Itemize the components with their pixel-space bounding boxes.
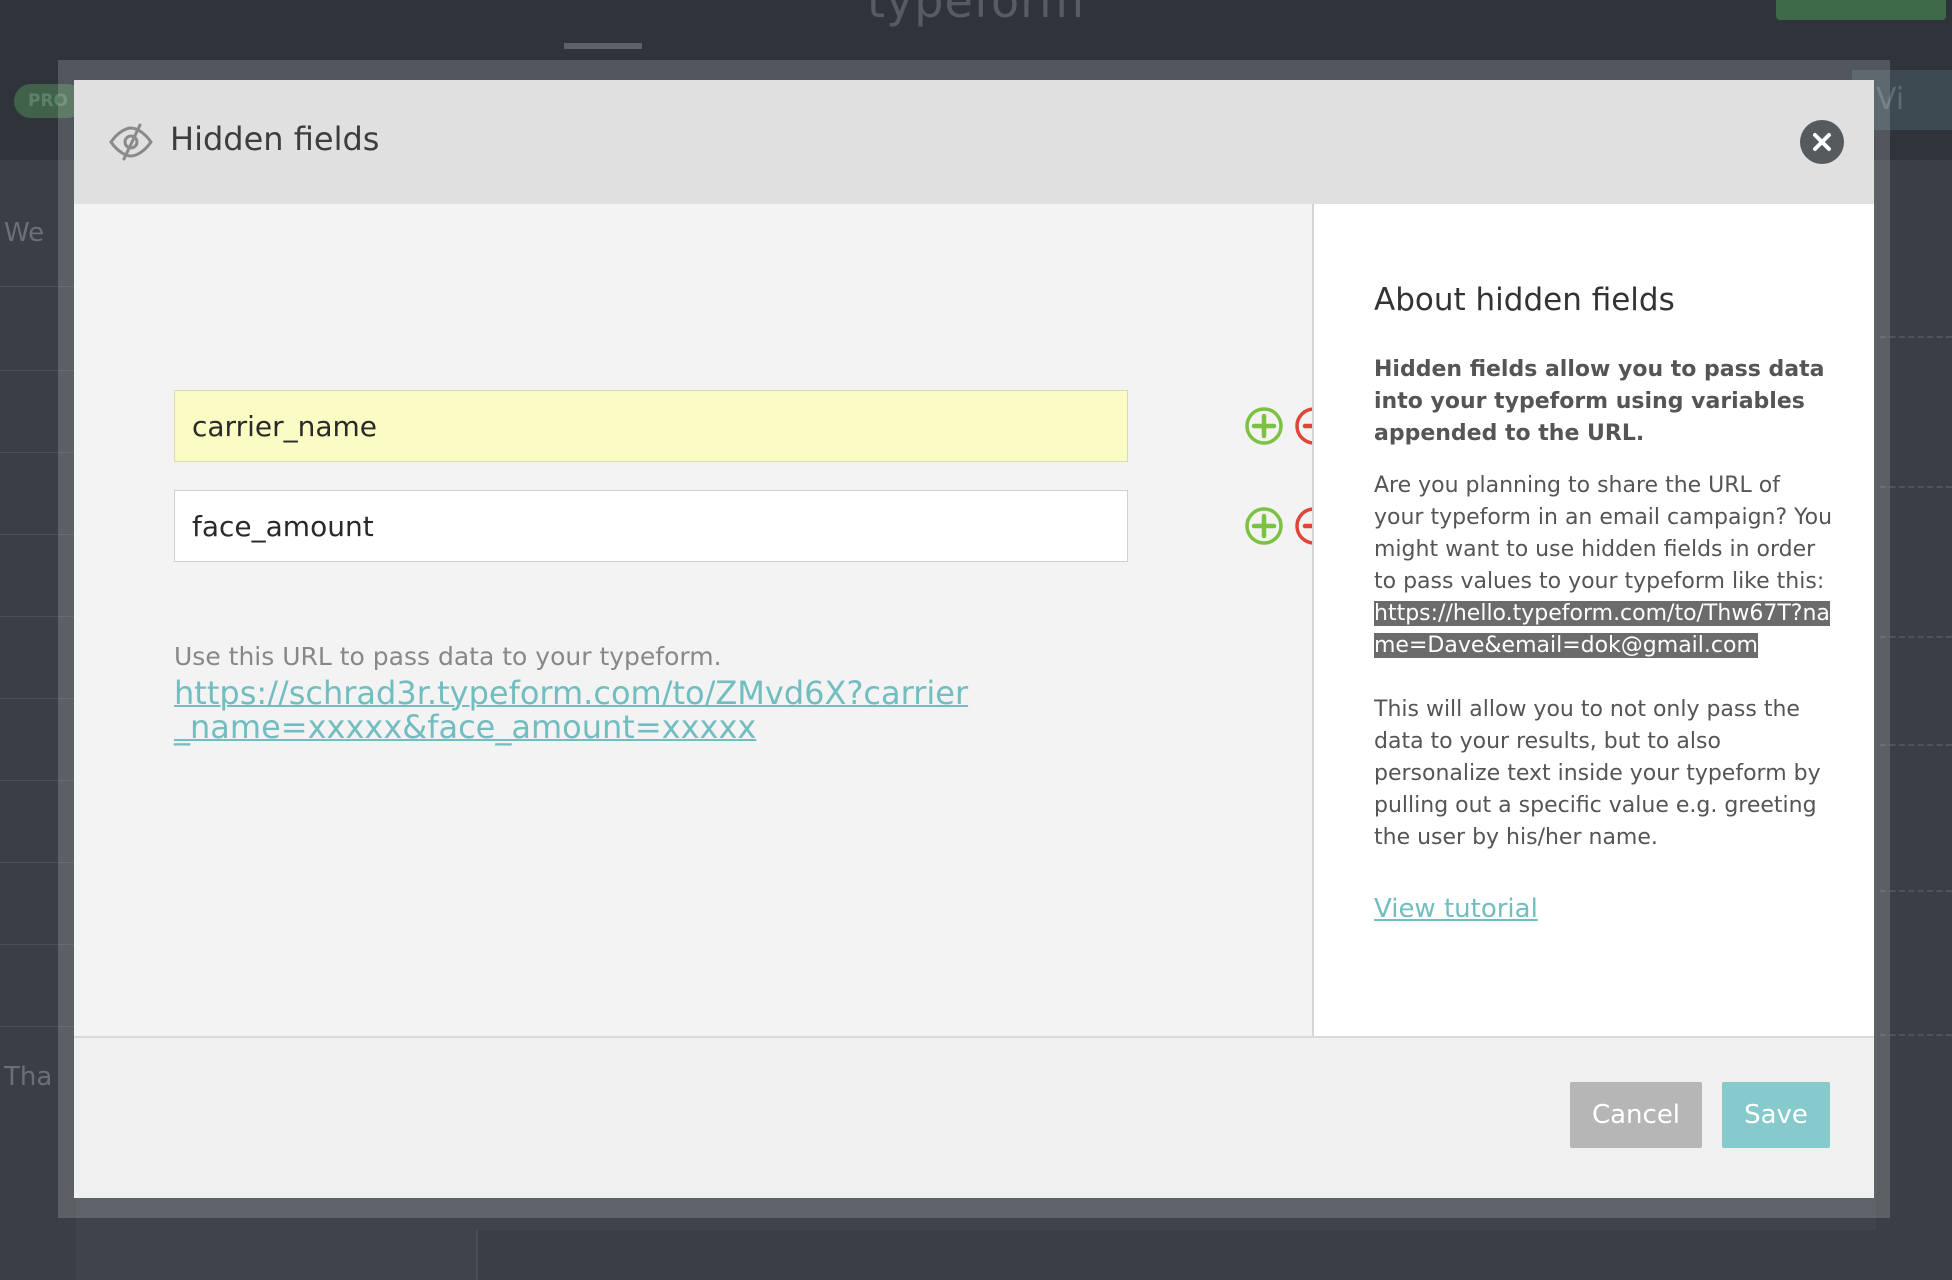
hidden-field-input-carrier-name[interactable]	[174, 390, 1128, 462]
sidebar-welcome-label: We	[4, 218, 45, 248]
app-upgrade-button	[1776, 0, 1946, 20]
save-button[interactable]: Save	[1722, 1082, 1830, 1148]
url-caption: Use this URL to pass data to your typefo…	[174, 642, 722, 671]
app-bottom-bar	[476, 1230, 1952, 1280]
cancel-button[interactable]: Cancel	[1570, 1082, 1702, 1148]
add-field-button[interactable]	[1244, 506, 1284, 546]
field-row	[174, 390, 1333, 462]
view-tutorial-link[interactable]: View tutorial	[1374, 894, 1538, 924]
hidden-fields-editor: Use this URL to pass data to your typefo…	[74, 204, 1333, 1116]
close-button[interactable]	[1800, 120, 1844, 164]
about-paragraph-1-text: Are you planning to share the URL of you…	[1374, 473, 1833, 594]
about-lead: Hidden fields allow you to pass data int…	[1374, 357, 1825, 446]
plus-circle-icon	[1245, 507, 1283, 545]
sidebar-thanks-label: Tha	[4, 1062, 53, 1092]
app-tab-indicator	[564, 43, 642, 49]
field-row	[174, 490, 1333, 562]
example-url: https://hello.typeform.com/to/Thw67T?nam…	[1374, 601, 1830, 658]
hidden-field-input-face-amount[interactable]	[174, 490, 1128, 562]
about-paragraph-2: This will allow you to not only pass the…	[1374, 697, 1821, 850]
about-panel: About hidden fields Hidden fields allow …	[1314, 204, 1874, 1116]
modal-header: Hidden fields	[74, 80, 1874, 204]
app-brand: typeform	[866, 0, 1085, 28]
about-paragraph-1: Are you planning to share the URL of you…	[1374, 470, 1834, 662]
eye-slash-icon	[108, 122, 154, 162]
hidden-fields-modal: Hidden fields carrier_name face_amount U…	[74, 80, 1874, 1198]
hidden-fields-url-link[interactable]: https://schrad3r.typeform.com/to/ZMvd6X?…	[174, 676, 974, 744]
about-title: About hidden fields	[1374, 282, 1675, 318]
plus-circle-icon	[1245, 407, 1283, 445]
modal-title: Hidden fields	[170, 120, 380, 158]
add-field-button[interactable]	[1244, 406, 1284, 446]
